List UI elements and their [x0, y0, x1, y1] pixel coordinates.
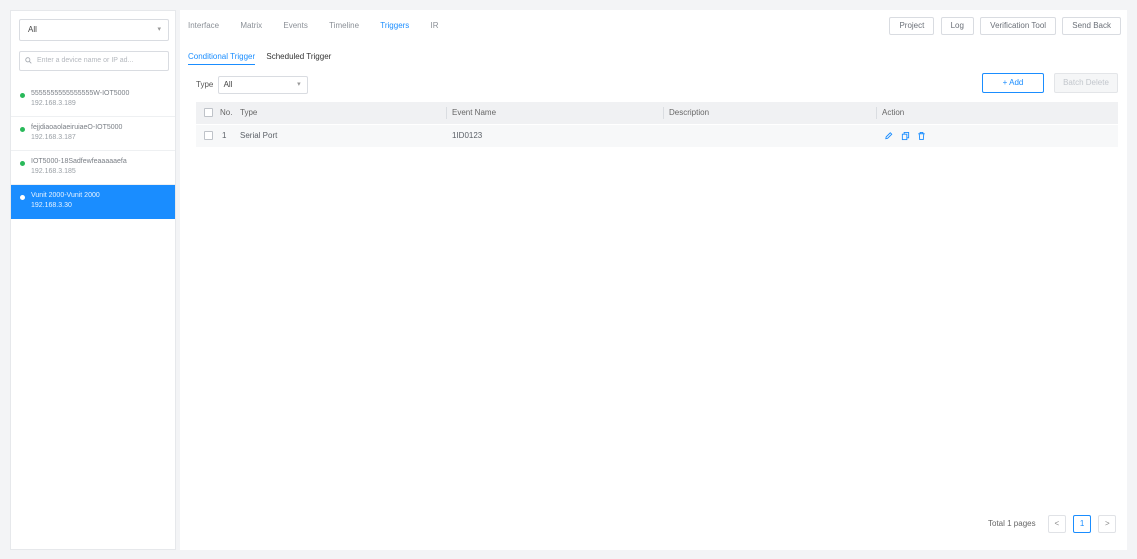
- device-ip: 192.168.3.30: [31, 202, 72, 209]
- col-type: Type: [240, 108, 258, 117]
- device-ip: 192.168.3.187: [31, 134, 76, 141]
- send-back-button[interactable]: Send Back: [1062, 17, 1121, 35]
- edit-icon[interactable]: [884, 131, 893, 141]
- device-search-placeholder: Enter a device name or IP ad...: [37, 57, 134, 64]
- prev-page-button[interactable]: <: [1047, 515, 1066, 533]
- top-tabs: Interface Matrix Events Timeline Trigger…: [188, 19, 458, 35]
- tab-interface[interactable]: Interface: [188, 19, 219, 33]
- main-panel: Interface Matrix Events Timeline Trigger…: [180, 10, 1127, 550]
- tab-ir[interactable]: IR: [431, 19, 439, 33]
- page-number-button[interactable]: 1: [1073, 515, 1092, 533]
- online-status-dot: [20, 93, 25, 98]
- delete-icon[interactable]: [917, 131, 926, 141]
- device-scope-select[interactable]: All ▾: [19, 19, 169, 41]
- row-type: Serial Port: [240, 131, 278, 140]
- device-name: IOT5000-18Sadfewfeaaaaaefa: [31, 158, 127, 165]
- table-header: No. Type Event Name Description Action: [196, 102, 1118, 124]
- column-divider: [446, 107, 447, 119]
- type-filter-label: Type: [196, 80, 214, 89]
- trigger-sub-tabs: Conditional Trigger Scheduled Trigger: [188, 50, 340, 66]
- column-divider: [876, 107, 877, 119]
- select-all-checkbox[interactable]: [204, 108, 213, 117]
- device-item[interactable]: fejjdiaoaolaeiruiaeO-IOT5000 192.168.3.1…: [11, 117, 175, 151]
- top-actions: Project Log Verification Tool Send Back: [885, 17, 1121, 35]
- pagination-total: Total 1 pages: [988, 519, 1036, 528]
- tab-triggers[interactable]: Triggers: [380, 19, 409, 33]
- copy-icon[interactable]: [901, 131, 910, 141]
- add-button[interactable]: + Add: [982, 73, 1044, 93]
- next-page-button[interactable]: >: [1098, 515, 1117, 533]
- tab-matrix[interactable]: Matrix: [240, 19, 262, 33]
- online-status-dot: [20, 195, 25, 200]
- device-item[interactable]: 5555555555555555W-IOT5000 192.168.3.189: [11, 83, 175, 117]
- project-button[interactable]: Project: [889, 17, 935, 35]
- tab-conditional-trigger[interactable]: Conditional Trigger: [188, 50, 256, 65]
- device-name: fejjdiaoaolaeiruiaeO-IOT5000: [31, 124, 123, 131]
- tab-timeline[interactable]: Timeline: [329, 19, 359, 33]
- col-no: No.: [220, 108, 233, 117]
- chevron-down-icon: ▾: [157, 26, 161, 33]
- device-scope-value: All: [28, 25, 37, 34]
- search-icon: [25, 57, 32, 64]
- device-list: 5555555555555555W-IOT5000 192.168.3.189 …: [11, 83, 175, 219]
- device-item[interactable]: IOT5000-18Sadfewfeaaaaaefa 192.168.3.185: [11, 151, 175, 185]
- row-checkbox[interactable]: [204, 131, 213, 140]
- col-action: Action: [882, 108, 905, 117]
- col-description: Description: [669, 108, 710, 117]
- trigger-table: No. Type Event Name Description Action 1…: [196, 102, 1118, 147]
- device-item-selected[interactable]: Vunit 2000-Vunit 2000 192.168.3.30: [11, 185, 175, 219]
- device-ip: 192.168.3.189: [31, 100, 76, 107]
- pagination: Total 1 pages < 1 >: [988, 515, 1117, 533]
- online-status-dot: [20, 161, 25, 166]
- verification-tool-button[interactable]: Verification Tool: [980, 17, 1057, 35]
- tab-events[interactable]: Events: [283, 19, 307, 33]
- chevron-down-icon: ▾: [297, 81, 301, 88]
- batch-delete-button[interactable]: Batch Delete: [1054, 73, 1118, 93]
- type-filter-select[interactable]: All ▾: [217, 76, 308, 94]
- row-event-name: 1ID0123: [452, 131, 483, 140]
- column-divider: [663, 107, 664, 119]
- col-event-name: Event Name: [452, 108, 497, 117]
- online-status-dot: [20, 127, 25, 132]
- device-ip: 192.168.3.185: [31, 168, 76, 175]
- table-row[interactable]: 1 Serial Port 1ID0123: [196, 125, 1118, 147]
- device-name: 5555555555555555W-IOT5000: [31, 90, 130, 97]
- row-no: 1: [222, 131, 227, 140]
- type-filter: Type All ▾: [196, 76, 308, 94]
- tab-scheduled-trigger[interactable]: Scheduled Trigger: [266, 50, 331, 64]
- device-search-input[interactable]: Enter a device name or IP ad...: [19, 51, 169, 71]
- log-button[interactable]: Log: [940, 17, 974, 35]
- device-sidebar: All ▾ Enter a device name or IP ad... 55…: [10, 10, 176, 550]
- type-filter-value: All: [223, 80, 233, 89]
- device-name: Vunit 2000-Vunit 2000: [31, 192, 100, 199]
